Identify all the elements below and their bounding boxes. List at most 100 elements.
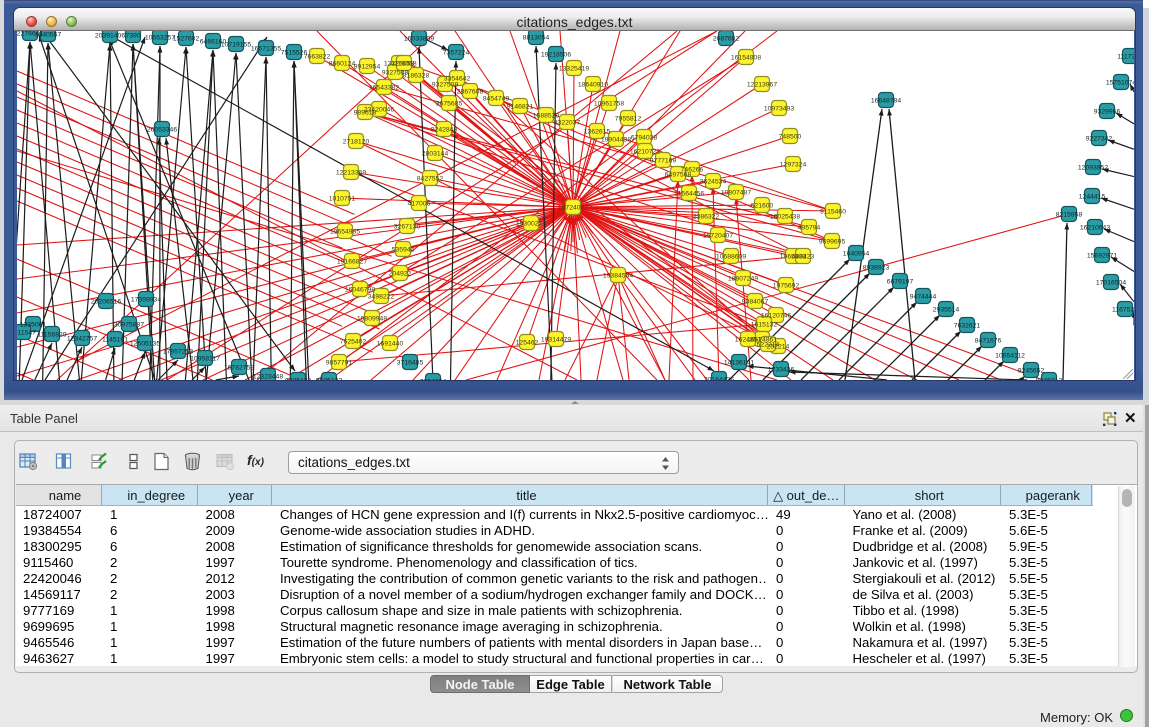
svg-text:8660124: 8660124 bbox=[329, 61, 356, 68]
svg-text:16543382: 16543382 bbox=[369, 85, 399, 92]
svg-text:11156829: 11156829 bbox=[37, 332, 66, 339]
svg-text:2718120: 2718120 bbox=[343, 139, 370, 146]
svg-text:16154808: 16154808 bbox=[731, 55, 761, 62]
svg-text:8427552: 8427552 bbox=[417, 176, 444, 183]
svg-text:8454749: 8454749 bbox=[483, 96, 510, 103]
svg-text:12505135: 12505135 bbox=[130, 341, 160, 348]
svg-text:8471676: 8471676 bbox=[975, 338, 1002, 345]
svg-text:1010751: 1010751 bbox=[329, 196, 356, 203]
svg-text:26053346: 26053346 bbox=[147, 127, 177, 134]
svg-text:16210643: 16210643 bbox=[1080, 225, 1110, 232]
svg-text:1640954: 1640954 bbox=[843, 251, 870, 258]
svg-text:9245652: 9245652 bbox=[1018, 368, 1045, 375]
svg-text:12213967: 12213967 bbox=[747, 82, 777, 89]
svg-text:8322037: 8322037 bbox=[554, 120, 581, 127]
svg-text:9505133: 9505133 bbox=[316, 378, 343, 381]
svg-text:9329966: 9329966 bbox=[1094, 109, 1121, 116]
svg-text:20164436: 20164436 bbox=[704, 377, 734, 381]
svg-text:16046798: 16046798 bbox=[345, 287, 375, 294]
svg-text:17016504: 17016504 bbox=[1096, 280, 1126, 287]
svg-text:1167533: 1167533 bbox=[1112, 307, 1134, 314]
svg-text:3675685: 3675685 bbox=[436, 101, 463, 108]
svg-text:9146821: 9146821 bbox=[507, 104, 534, 111]
svg-text:8215958: 8215958 bbox=[1056, 212, 1083, 219]
svg-text:1691440: 1691440 bbox=[377, 341, 404, 348]
svg-text:12342757: 12342757 bbox=[67, 336, 97, 343]
svg-text:9227342: 9227342 bbox=[1086, 136, 1113, 143]
svg-text:21564456: 21564456 bbox=[674, 191, 704, 198]
svg-text:9857791: 9857791 bbox=[326, 360, 353, 367]
svg-text:16120746: 16120746 bbox=[761, 313, 791, 320]
svg-text:12323448: 12323448 bbox=[253, 374, 283, 381]
svg-text:7663822: 7663822 bbox=[304, 54, 331, 61]
svg-text:13325419: 13325419 bbox=[559, 66, 589, 73]
svg-text:621600: 621600 bbox=[751, 203, 774, 210]
svg-text:1297324: 1297324 bbox=[780, 162, 807, 169]
svg-text:20206516: 20206516 bbox=[91, 299, 121, 306]
svg-text:2386322: 2386322 bbox=[693, 214, 720, 221]
svg-text:3498222: 3498222 bbox=[368, 294, 395, 301]
svg-text:6497568: 6497568 bbox=[665, 172, 692, 179]
svg-text:20391406: 20391406 bbox=[95, 33, 125, 40]
svg-text:7357224: 7357224 bbox=[443, 50, 470, 57]
svg-text:16210722: 16210722 bbox=[630, 149, 660, 156]
svg-text:9242848: 9242848 bbox=[431, 127, 458, 134]
svg-text:12093852: 12093852 bbox=[1078, 165, 1108, 172]
svg-text:10961758: 10961758 bbox=[594, 101, 624, 108]
svg-text:8813054: 8813054 bbox=[523, 35, 550, 42]
svg-text:19904438: 19904438 bbox=[601, 137, 631, 144]
svg-text:9777169: 9777169 bbox=[650, 158, 677, 165]
svg-text:7625402: 7625402 bbox=[340, 339, 367, 346]
svg-text:10958117: 10958117 bbox=[190, 356, 220, 363]
svg-text:2687682: 2687682 bbox=[713, 36, 740, 43]
svg-text:417006: 417006 bbox=[408, 201, 431, 208]
svg-text:16033809: 16033809 bbox=[404, 36, 434, 43]
svg-text:7632621: 7632621 bbox=[954, 323, 981, 330]
svg-text:3354642: 3354642 bbox=[444, 76, 471, 83]
svg-text:14136141: 14136141 bbox=[724, 360, 754, 367]
svg-text:19654985: 19654985 bbox=[330, 229, 360, 236]
svg-text:15692971: 15692971 bbox=[1087, 253, 1117, 260]
svg-text:9245012: 9245012 bbox=[1036, 378, 1063, 381]
svg-text:15751074: 15751074 bbox=[1106, 80, 1134, 87]
svg-text:748500: 748500 bbox=[779, 134, 802, 141]
svg-text:3624534: 3624534 bbox=[700, 179, 727, 186]
svg-text:16782759: 16782759 bbox=[224, 365, 254, 372]
svg-text:18724007: 18724007 bbox=[558, 205, 588, 212]
svg-text:16809948: 16809948 bbox=[357, 316, 387, 323]
svg-text:10973493: 10973493 bbox=[764, 106, 794, 113]
svg-text:2803144: 2803144 bbox=[422, 151, 449, 158]
svg-text:522214: 522214 bbox=[757, 342, 780, 349]
svg-text:6794028: 6794028 bbox=[631, 135, 658, 142]
svg-text:2867608: 2867608 bbox=[457, 89, 484, 96]
svg-text:1588520: 1588520 bbox=[533, 113, 560, 120]
svg-text:9115460: 9115460 bbox=[820, 209, 846, 216]
svg-text:19314479: 19314479 bbox=[541, 337, 571, 344]
svg-text:17359934: 17359934 bbox=[131, 297, 161, 304]
svg-text:18640910: 18640910 bbox=[578, 82, 608, 89]
svg-text:1117304: 1117304 bbox=[1117, 54, 1134, 61]
svg-text:7254024: 7254024 bbox=[420, 379, 447, 381]
svg-text:1615132: 1615132 bbox=[751, 322, 778, 329]
svg-text:2935514: 2935514 bbox=[933, 307, 960, 314]
svg-text:1335061: 1335061 bbox=[20, 322, 47, 329]
svg-text:1145191: 1145191 bbox=[102, 337, 128, 344]
svg-text:8186328: 8186328 bbox=[403, 73, 430, 80]
svg-text:7955812: 7955812 bbox=[615, 116, 642, 123]
svg-text:19218506: 19218506 bbox=[541, 52, 571, 59]
svg-text:19384554: 19384554 bbox=[603, 273, 633, 280]
svg-text:1527602: 1527602 bbox=[173, 36, 200, 43]
svg-text:18807249: 18807249 bbox=[728, 276, 758, 283]
svg-text:9474444: 9474444 bbox=[910, 294, 937, 301]
svg-text:10025438: 10025438 bbox=[770, 214, 800, 221]
svg-text:535944: 535944 bbox=[392, 247, 415, 254]
svg-text:989618: 989618 bbox=[354, 110, 377, 117]
svg-text:1733426: 1733426 bbox=[768, 367, 795, 374]
svg-text:16648784: 16648784 bbox=[871, 98, 901, 105]
svg-text:6679197: 6679197 bbox=[887, 279, 914, 286]
svg-text:17957253: 17957253 bbox=[163, 349, 193, 356]
svg-text:16671355: 16671355 bbox=[251, 46, 281, 53]
svg-text:12213369: 12213369 bbox=[336, 170, 366, 177]
svg-text:10688609: 10688609 bbox=[716, 254, 746, 261]
svg-text:9699695: 9699695 bbox=[819, 239, 846, 246]
